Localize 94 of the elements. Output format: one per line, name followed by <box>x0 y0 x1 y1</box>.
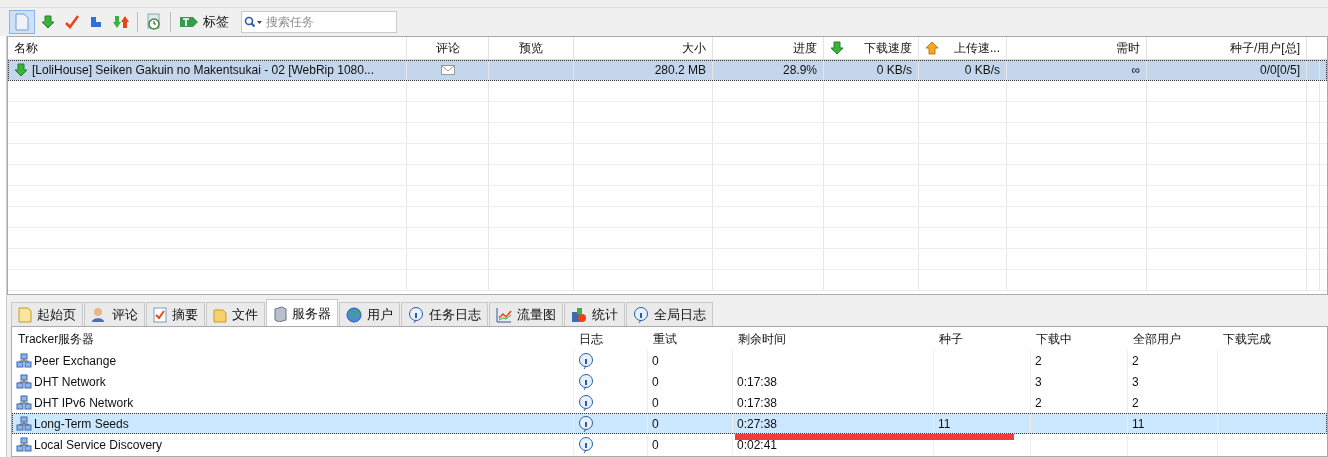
line-chart-icon <box>496 306 512 323</box>
info-icon <box>408 306 424 323</box>
column-header[interactable]: 上传速... <box>919 37 1007 59</box>
user-comment-icon <box>91 306 107 323</box>
table-cell-text: 0:17:38 <box>737 373 778 391</box>
table-cell-text: [LoliHouse] Seiken Gakuin no Makentsukai - 02 [WebRip 1080... <box>32 62 374 79</box>
table-cell-text: 0 KB/s <box>876 62 912 79</box>
info-icon <box>578 415 594 432</box>
column-header[interactable]: 需时 <box>1007 37 1147 59</box>
network-icon <box>16 415 32 432</box>
file-icon <box>213 306 227 323</box>
table-cell-text: Peer Exchange <box>34 352 117 370</box>
table-cell-text: 0 <box>652 352 659 370</box>
info-icon <box>578 436 594 453</box>
page-icon <box>14 13 30 31</box>
column-header[interactable]: 下载完成 <box>1217 327 1327 350</box>
info-icon <box>578 373 594 390</box>
table-cell-text: 0 KB/s <box>964 62 1000 79</box>
column-header[interactable]: 日志 <box>573 327 647 350</box>
detail-tab[interactable]: 流量图 <box>489 302 563 326</box>
detail-tab[interactable]: 文件 <box>206 302 265 326</box>
column-header[interactable]: 剩余时间 <box>732 327 933 350</box>
up-arrow-icon <box>925 41 939 55</box>
search-icon <box>244 16 264 28</box>
tag-icon <box>179 15 199 29</box>
globe-icon <box>346 306 362 323</box>
table-cell-text: 0 <box>652 394 659 412</box>
detail-tab[interactable]: 摘要 <box>146 302 205 326</box>
network-icon <box>16 394 32 411</box>
detail-tab[interactable]: 用户 <box>339 302 400 326</box>
column-header[interactable]: Tracker服务器 <box>12 327 573 350</box>
column-header[interactable]: 预览 <box>489 37 574 59</box>
table-cell-text: Long-Term Seeds <box>34 415 129 433</box>
tag-button[interactable]: 标签 <box>175 10 233 34</box>
tracker-row[interactable]: Peer Exchange 0 2 2 <box>12 350 1327 371</box>
table-cell-text: ∞ <box>1131 62 1140 79</box>
envelope-icon <box>440 65 455 75</box>
table-cell-text: 2 <box>1132 394 1139 412</box>
column-header[interactable]: 进度 <box>713 37 824 59</box>
info-icon <box>633 306 649 323</box>
up-down-arrows-icon <box>113 15 129 29</box>
info-icon <box>578 352 594 369</box>
table-cell-text: Local Service Discovery <box>34 436 163 454</box>
down-arrow-icon <box>830 41 844 55</box>
table-cell-text: 0:27:38 <box>737 415 778 433</box>
table-cell-text: 2 <box>1035 394 1042 412</box>
column-header[interactable]: 重试 <box>647 327 732 350</box>
table-cell-text: 0 <box>652 436 659 454</box>
detail-tab[interactable]: 评论 <box>84 302 145 326</box>
home-page-icon <box>18 306 32 323</box>
column-header[interactable]: 评论 <box>407 37 489 59</box>
stop-icon <box>89 15 103 29</box>
table-cell-text: 3 <box>1035 373 1042 391</box>
column-header[interactable]: 种子/用户[总] <box>1147 37 1307 59</box>
column-header[interactable]: 全部用户 <box>1127 327 1217 350</box>
checklist-icon <box>153 306 167 323</box>
table-cell-text: 0 <box>652 415 659 433</box>
table-cell-text: 0:17:38 <box>737 394 778 412</box>
statistics-icon <box>571 306 587 323</box>
detail-tab[interactable]: 服务器 <box>266 299 338 327</box>
table-cell-text: 0/0[0/5] <box>1259 62 1300 79</box>
column-header[interactable]: 种子 <box>933 327 1030 350</box>
table-cell-text: 11 <box>1132 415 1145 433</box>
column-header[interactable]: 大小 <box>574 37 713 59</box>
tracker-row[interactable]: DHT Network 0 0:17:38 3 3 <box>12 371 1327 392</box>
detail-tab[interactable]: 任务日志 <box>401 302 488 326</box>
table-cell-text: 2 <box>1132 352 1139 370</box>
table-cell-text: 280.2 MB <box>654 62 706 79</box>
table-cell-text: 0 <box>652 373 659 391</box>
down-arrow-icon <box>14 63 28 77</box>
network-icon <box>16 352 32 369</box>
table-cell-text: 2 <box>1035 352 1042 370</box>
detail-tab[interactable]: 全局日志 <box>626 302 713 326</box>
network-icon <box>16 436 32 453</box>
table-cell-text: 0:02:41 <box>737 436 778 454</box>
table-cell-text: 28.9% <box>782 62 817 79</box>
column-header[interactable]: 下载中 <box>1030 327 1127 350</box>
down-arrow-icon <box>41 15 55 29</box>
server-icon <box>273 305 287 322</box>
table-cell-text: 11 <box>938 415 951 433</box>
task-row[interactable]: [LoliHouse] Seiken Gakuin no Makentsukai - 02 [WebRip 1080... 280.2 MB 28.9% 0 KB/s 0 KB/s ∞ 0/0[0/5] <box>8 60 1327 81</box>
column-header[interactable]: 下载速度 <box>824 37 919 59</box>
tracker-row[interactable]: Long-Term Seeds 0 0:27:38 11 11 <box>12 413 1327 434</box>
network-icon <box>16 373 32 390</box>
table-cell-text: 3 <box>1132 373 1139 391</box>
column-header[interactable]: 名称 <box>8 37 407 59</box>
info-icon <box>578 394 594 411</box>
detail-tab[interactable]: 统计 <box>564 302 625 326</box>
check-icon <box>65 15 79 29</box>
clock-icon <box>146 13 162 31</box>
detail-tab[interactable]: 起始页 <box>11 302 83 326</box>
search-field[interactable]: 搜索任务 <box>241 11 397 33</box>
table-cell-text: DHT Network <box>34 373 106 391</box>
table-cell-text: DHT IPv6 Network <box>34 394 134 412</box>
